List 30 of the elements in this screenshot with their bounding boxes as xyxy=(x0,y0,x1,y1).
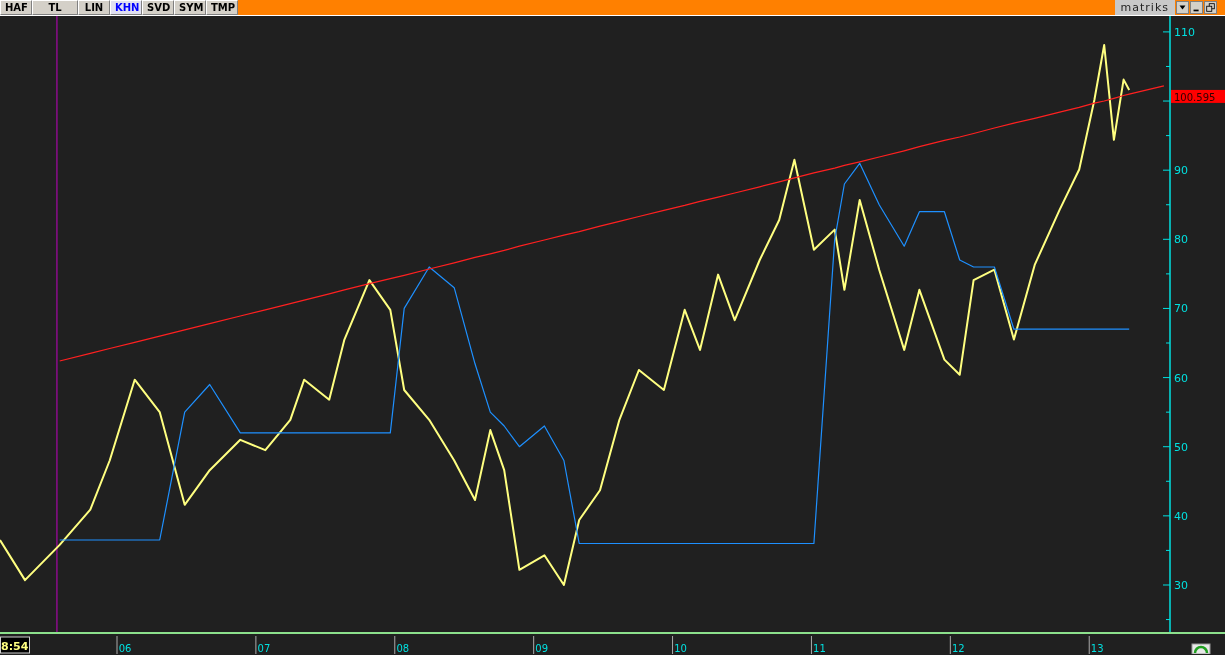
x-tick-label: 13 xyxy=(1090,643,1104,654)
minimize-icon[interactable] xyxy=(1190,1,1203,14)
clock-display: 8:54 xyxy=(0,636,30,654)
x-tick-label: 12 xyxy=(951,643,965,654)
y-tick-label: 40 xyxy=(1174,509,1188,523)
brand-logo: matriks xyxy=(1114,0,1175,15)
toolbar-tab[interactable]: LIN xyxy=(78,0,110,15)
y-tick-label: 90 xyxy=(1174,164,1188,178)
y-tick-label: 30 xyxy=(1174,579,1188,592)
y-tick-label: 60 xyxy=(1174,371,1188,385)
toolbar-tab[interactable]: SVD xyxy=(142,0,174,15)
x-tick-label: 06 xyxy=(118,643,132,654)
dropdown-caret-icon[interactable] xyxy=(1176,1,1189,14)
refresh-icon[interactable] xyxy=(1191,643,1211,654)
last-price-tag: 100.595 xyxy=(1171,89,1225,103)
y-tick-label: 50 xyxy=(1174,440,1188,454)
toolbar-tab[interactable]: SYM xyxy=(174,0,206,15)
x-tick-label: 10 xyxy=(674,643,687,654)
y-tick-label: 70 xyxy=(1174,302,1188,316)
restore-icon[interactable] xyxy=(1204,1,1217,14)
toolbar-tab[interactable]: TMP xyxy=(206,0,238,15)
toolbar-tab[interactable]: TL xyxy=(32,0,78,15)
toolbar-tab[interactable]: HAF xyxy=(0,0,32,15)
x-tick-label: 07 xyxy=(257,643,271,654)
y-tick-label: 110 xyxy=(1174,25,1195,39)
x-tick-label: 11 xyxy=(813,643,826,654)
y-tick-label: 80 xyxy=(1174,233,1188,247)
toolbar-tab[interactable]: KHN xyxy=(110,0,142,15)
x-tick-label: 09 xyxy=(535,643,549,654)
x-tick-label: 08 xyxy=(396,643,410,654)
